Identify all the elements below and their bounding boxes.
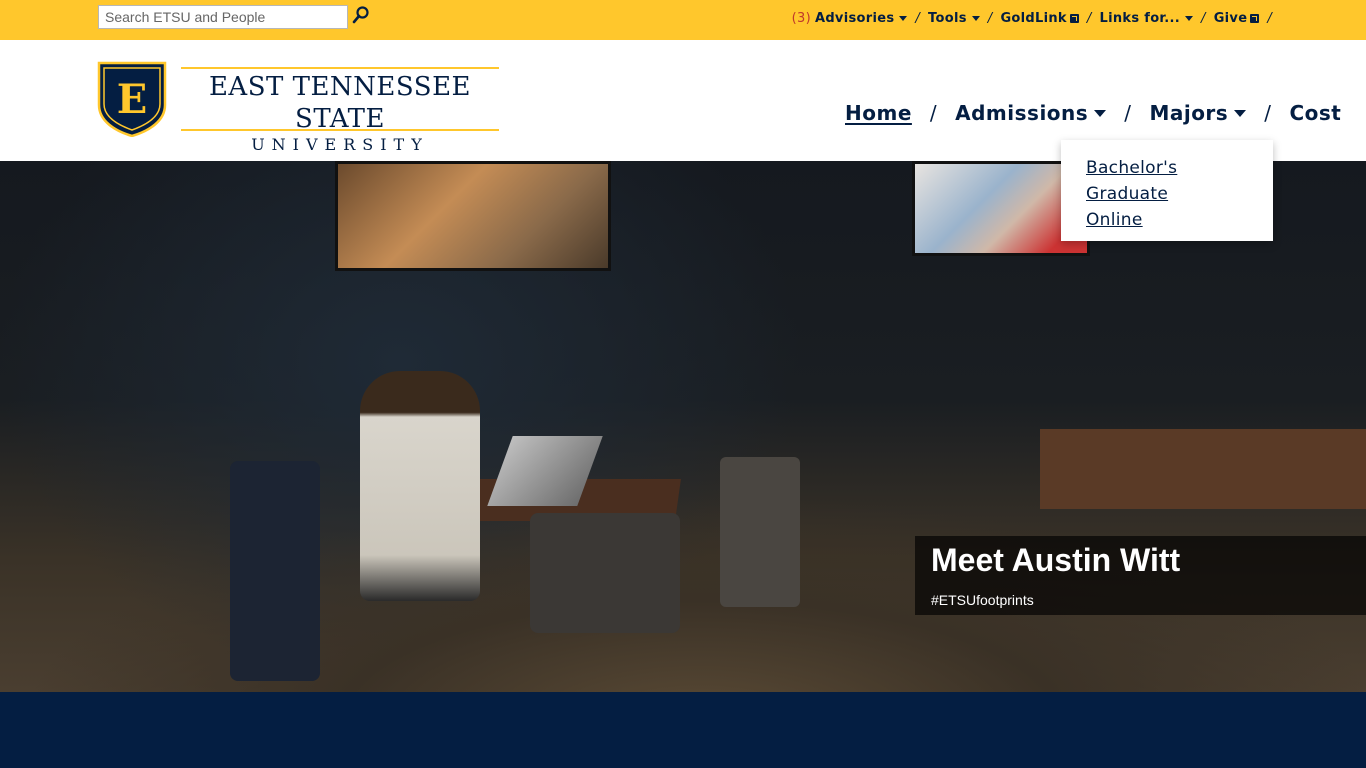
nav-home[interactable]: Home — [845, 101, 912, 125]
content-band — [0, 692, 1366, 768]
chevron-down-icon — [971, 15, 980, 21]
advisories-count: (3) — [791, 10, 811, 26]
wordmark-line1: EAST TENNESSEE STATE — [208, 72, 472, 134]
nav-admissions-label: Admissions — [955, 101, 1089, 125]
external-link-icon — [1069, 13, 1079, 23]
nav-cost[interactable]: Cost — [1289, 101, 1341, 125]
give-link[interactable]: Give — [1214, 11, 1260, 26]
hero-title: Meet Austin Witt — [931, 542, 1181, 578]
hero-caption: Meet Austin Witt #ETSUfootprints — [915, 536, 1366, 615]
sofa — [230, 461, 320, 681]
separator: / — [929, 101, 938, 125]
external-link-icon — [1250, 13, 1260, 23]
tools-label: Tools — [928, 10, 967, 26]
links-for-menu[interactable]: Links for... — [1100, 11, 1193, 26]
nav-majors-label: Majors — [1149, 101, 1229, 125]
etsu-logo[interactable]: E EAST TENNESSEE STATE UNIVERSITY — [97, 61, 499, 154]
main-nav: Home / Admissions / Majors / Cost — [845, 98, 1341, 128]
tools-menu[interactable]: Tools — [928, 11, 980, 26]
advisories-label: Advisories — [814, 10, 895, 26]
student — [360, 371, 480, 601]
dropdown-item-bachelors[interactable]: Bachelor's — [1086, 155, 1273, 181]
chair — [530, 513, 680, 633]
utility-bar: (3) Advisories / Tools / GoldLink / Link… — [0, 0, 1366, 40]
utility-nav: (3) Advisories / Tools / GoldLink / Link… — [792, 0, 1280, 36]
separator: / — [1264, 101, 1272, 125]
dropdown-item-graduate[interactable]: Graduate — [1086, 181, 1273, 207]
search-box — [98, 5, 348, 29]
search-icon — [352, 6, 369, 24]
dropdown-item-online[interactable]: Online — [1086, 207, 1273, 233]
separator: / — [987, 10, 993, 26]
goldlink-label: GoldLink — [1000, 10, 1067, 26]
chevron-down-icon — [899, 15, 908, 21]
search-button[interactable] — [352, 6, 370, 24]
majors-dropdown: Bachelor's Graduate Online — [1061, 140, 1273, 241]
separator: / — [1124, 101, 1132, 125]
links-for-label: Links for... — [1099, 10, 1180, 26]
nav-admissions[interactable]: Admissions — [955, 101, 1107, 125]
chevron-down-icon — [1094, 109, 1107, 117]
chevron-down-icon — [1185, 15, 1193, 21]
separator: / — [1267, 10, 1272, 26]
wordmark-line2: UNIVERSITY — [251, 135, 429, 154]
goldlink-link[interactable]: GoldLink — [1000, 10, 1079, 26]
wordmark: EAST TENNESSEE STATE UNIVERSITY — [181, 67, 499, 154]
give-label: Give — [1213, 10, 1248, 26]
separator: / — [1086, 10, 1092, 26]
separator: / — [1201, 10, 1206, 26]
chair — [720, 457, 800, 607]
separator: / — [915, 10, 921, 26]
search-input[interactable] — [98, 5, 348, 29]
nav-majors[interactable]: Majors — [1149, 101, 1247, 125]
chevron-down-icon — [1234, 109, 1247, 117]
hero-hashtag: #ETSUfootprints — [931, 592, 1034, 608]
svg-text:E: E — [117, 76, 148, 123]
shield-logo-icon: E — [97, 61, 167, 137]
tv-screen — [335, 161, 611, 271]
table — [1040, 429, 1366, 509]
advisories-menu[interactable]: (3) Advisories — [792, 11, 908, 26]
